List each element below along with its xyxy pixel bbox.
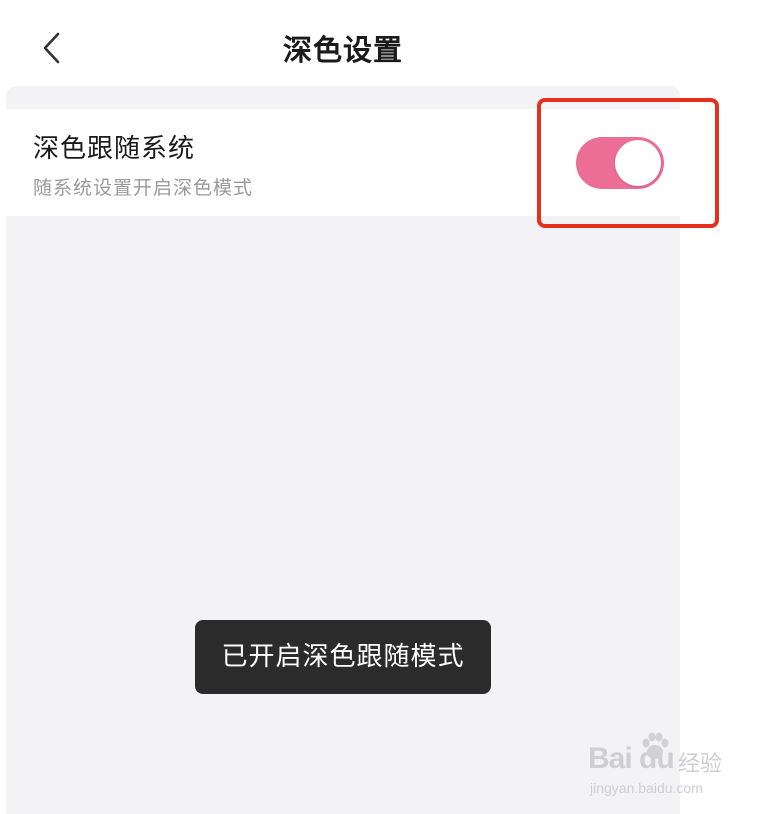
- paw-icon: [642, 732, 669, 759]
- watermark-url: jingyan.baidu.com: [590, 780, 703, 796]
- annotation-highlight-box: [537, 98, 719, 228]
- watermark: Bai du 经验 jingyan.baidu.com: [582, 730, 732, 800]
- page-title: 深色设置: [282, 33, 403, 67]
- toast-message: 已开启深色跟随模式: [195, 620, 491, 694]
- top-bar: 深色设置: [0, 0, 766, 86]
- setting-title: 深色跟随系统: [33, 134, 196, 164]
- watermark-label: 经验: [678, 752, 723, 777]
- setting-subtitle: 随系统设置开启深色模式: [33, 177, 254, 199]
